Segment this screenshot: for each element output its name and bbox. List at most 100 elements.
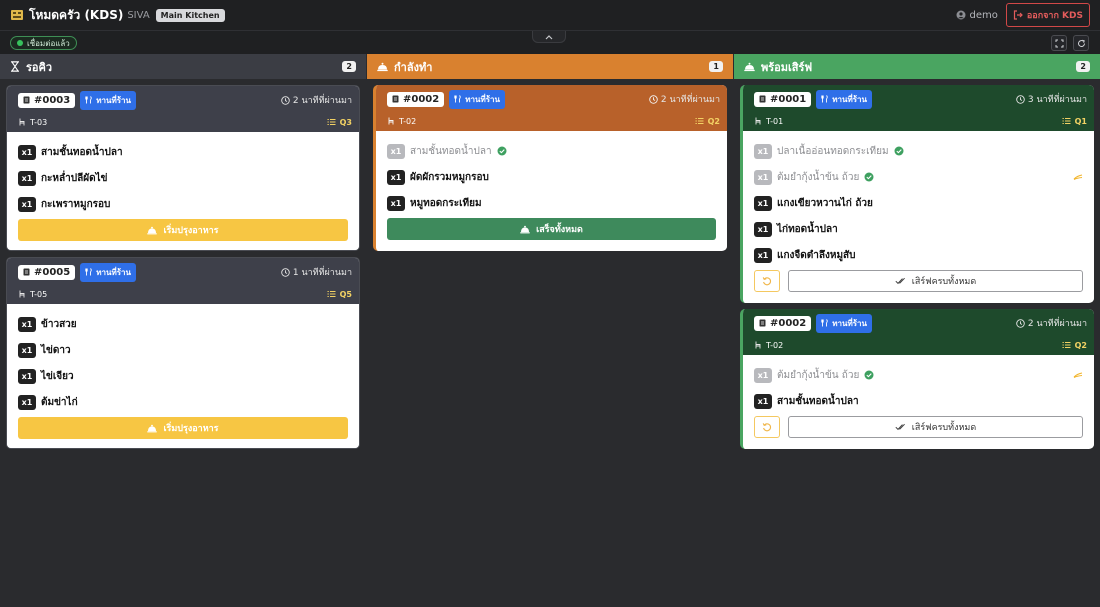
column-cooking: กำลังทำ 1 #0002 ทานที่ร้าน 2 นาทีที่ผ่าน…: [367, 54, 733, 607]
column-header-queue: รอคิว 2: [0, 54, 366, 79]
order-item[interactable]: x1 ไข่ดาว: [18, 337, 348, 363]
order-card[interactable]: #0001 ทานที่ร้าน 3 นาทีที่ผ่านมา T-01 Q1…: [740, 85, 1094, 303]
receipt-icon: [759, 95, 766, 103]
undo-icon: [762, 277, 772, 286]
user-indicator: demo: [956, 10, 998, 21]
item-quantity: x1: [387, 169, 405, 185]
collapse-header-button[interactable]: [532, 31, 566, 43]
table-label: T-03: [30, 117, 48, 127]
order-number-label: #0002: [403, 93, 440, 105]
utensils-icon: [85, 268, 92, 276]
order-card[interactable]: #0002 ทานที่ร้าน 2 นาทีที่ผ่านมา T-02 Q2…: [740, 309, 1094, 449]
undo-button[interactable]: [754, 416, 780, 438]
order-card[interactable]: #0005 ทานที่ร้าน 1 นาทีที่ผ่านมา T-05 Q5…: [6, 257, 360, 449]
queue-number: Q1: [1062, 117, 1087, 126]
table-label: T-05: [30, 289, 48, 299]
order-item[interactable]: x1 ต้มข่าไก่: [18, 389, 348, 415]
item-quantity: x1: [754, 221, 772, 237]
chair-icon: [388, 117, 394, 125]
check-circle-icon: [497, 146, 507, 156]
serve-all-button[interactable]: เสิร์ฟครบทั้งหมด: [788, 270, 1083, 292]
refresh-button[interactable]: [1073, 35, 1089, 51]
serve-all-button[interactable]: เสิร์ฟครบทั้งหมด: [788, 416, 1083, 438]
order-item[interactable]: x1 ไก่ทอดน้ำปลา: [754, 216, 1083, 242]
cloche-icon: [520, 225, 530, 233]
item-quantity: x1: [18, 170, 36, 186]
order-card[interactable]: #0002 ทานที่ร้าน 2 นาทีที่ผ่านมา T-02 Q2…: [373, 85, 727, 251]
elapsed-time: 2 นาทีที่ผ่านมา: [281, 93, 352, 107]
item-name: ไก่ทอดน้ำปลา: [777, 223, 838, 235]
order-card[interactable]: #0003 ทานที่ร้าน 2 นาทีที่ผ่านมา T-03 Q3…: [6, 85, 360, 251]
finish-all-label: เสร็จทั้งหมด: [536, 225, 583, 235]
order-item[interactable]: x1 ไข่เจียว: [18, 363, 348, 389]
receipt-icon: [23, 96, 30, 104]
item-quantity: x1: [754, 195, 772, 211]
item-name: ต้มยำกุ้งน้ำข้น ถ้วย: [777, 171, 860, 183]
spicy-flame-icon: [1073, 372, 1083, 378]
elapsed-label: 2 นาทีที่ผ่านมา: [660, 95, 720, 105]
cloche-icon: [377, 62, 388, 71]
elapsed-label: 3 นาทีที่ผ่านมา: [1027, 95, 1087, 105]
connection-label: เชื่อมต่อแล้ว: [27, 38, 70, 48]
item-quantity: x1: [18, 144, 36, 160]
cloche-icon: [147, 226, 158, 234]
item-quantity: x1: [387, 143, 405, 159]
queue-label: Q1: [1074, 116, 1087, 126]
item-name: แกงเขียวหวานไก่ ถ้วย: [777, 197, 873, 209]
order-item[interactable]: x1 สามชั้นทอดน้ำปลา: [18, 139, 348, 165]
receipt-icon: [392, 95, 399, 103]
order-item[interactable]: x1 ข้าวสวย: [18, 311, 348, 337]
order-item[interactable]: x1 แกงจืดตำลึงหมูสับ: [754, 242, 1083, 268]
column-queue: รอคิว 2 #0003 ทานที่ร้าน 2 นาทีที่ผ่านมา…: [0, 54, 366, 607]
app-title: โหมดครัว (KDS): [29, 7, 124, 22]
table-label: T-01: [766, 116, 784, 126]
order-item[interactable]: x1 ปลาเนื้ออ่อนทอดกระเทียม: [754, 138, 1083, 164]
clock-icon: [1016, 94, 1025, 104]
list-icon: [327, 119, 336, 125]
column-ready: พร้อมเสิร์ฟ 2 #0001 ทานที่ร้าน 3 นาทีที่…: [734, 54, 1100, 607]
dine-in-badge: ทานที่ร้าน: [449, 89, 505, 109]
item-quantity: x1: [18, 196, 36, 212]
queue-number: Q2: [695, 117, 720, 126]
serve-all-label: เสิร์ฟครบทั้งหมด: [911, 423, 977, 433]
column-count: 2: [1076, 61, 1090, 72]
order-item[interactable]: x1 กะหล่ำปลีผัดไข่: [18, 165, 348, 191]
item-quantity: x1: [754, 367, 772, 383]
order-item[interactable]: x1 ต้มยำกุ้งน้ำข้น ถ้วย: [754, 362, 1083, 388]
order-item[interactable]: x1 สามชั้นทอดน้ำปลา: [387, 138, 716, 164]
undo-button[interactable]: [754, 270, 780, 292]
order-item[interactable]: x1 แกงเขียวหวานไก่ ถ้วย: [754, 190, 1083, 216]
elapsed-time: 1 นาทีที่ผ่านมา: [281, 265, 352, 279]
list-icon: [1062, 342, 1071, 348]
order-item[interactable]: x1 สามชั้นทอดน้ำปลา: [754, 388, 1083, 414]
connection-status: เชื่อมต่อแล้ว: [10, 36, 77, 50]
item-name: ไข่ดาว: [41, 344, 71, 356]
utensils-icon: [821, 95, 828, 103]
item-name: ต้มยำกุ้งน้ำข้น ถ้วย: [777, 369, 860, 381]
start-cooking-button[interactable]: เริ่มปรุงอาหาร: [18, 417, 348, 439]
chair-icon: [755, 341, 761, 349]
item-name: กะหล่ำปลีผัดไข่: [41, 172, 108, 184]
finish-all-button[interactable]: เสร็จทั้งหมด: [387, 218, 716, 240]
item-quantity: x1: [18, 342, 36, 358]
logout-button[interactable]: ออกจาก KDS: [1005, 3, 1090, 27]
item-name: สามชั้นทอดน้ำปลา: [41, 146, 123, 158]
order-number: #0002: [754, 315, 812, 331]
check-circle-icon: [864, 370, 874, 380]
order-item[interactable]: x1 หมูทอดกระเทียม: [387, 190, 716, 216]
queue-label: Q5: [339, 289, 352, 299]
order-item[interactable]: x1 กะเพราหมูกรอบ: [18, 191, 348, 217]
user-name: demo: [969, 9, 998, 21]
user-icon: [956, 10, 966, 20]
status-dot-icon: [17, 40, 23, 46]
order-item[interactable]: x1 ต้มยำกุ้งน้ำข้น ถ้วย: [754, 164, 1083, 190]
item-name: หมูทอดกระเทียม: [410, 197, 482, 209]
order-number: #0002: [387, 91, 445, 107]
logout-label: ออกจาก KDS: [1026, 11, 1083, 21]
order-item[interactable]: x1 ผัดผักรวมหมูกรอบ: [387, 164, 716, 190]
start-cooking-button[interactable]: เริ่มปรุงอาหาร: [18, 219, 348, 241]
list-icon: [695, 118, 704, 124]
item-name: ข้าวสวย: [41, 318, 77, 330]
fullscreen-button[interactable]: [1051, 35, 1067, 51]
receipt-icon: [23, 268, 30, 276]
